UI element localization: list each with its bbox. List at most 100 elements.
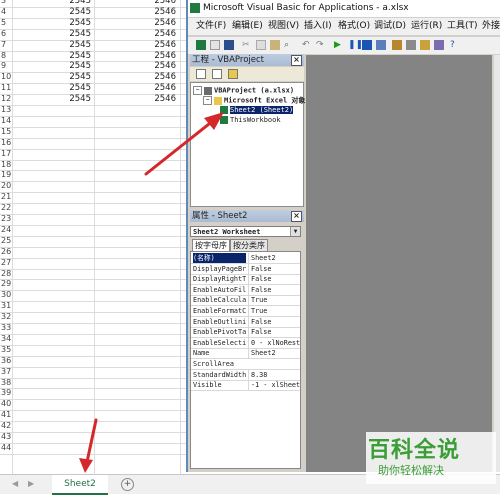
sheet-tab-sheet2[interactable]: Sheet2 (52, 475, 108, 495)
insert-module-icon[interactable] (210, 40, 220, 50)
property-value[interactable]: Sheet2 (248, 348, 300, 359)
property-value[interactable]: -1 - xlSheetV (248, 380, 300, 391)
object-selector-combo[interactable]: Sheet2 Worksheet ▼ (190, 226, 301, 237)
cut-icon[interactable]: ✂ (242, 40, 252, 50)
break-icon[interactable]: ❚❚ (348, 40, 363, 50)
property-row[interactable]: (名称) Sheet2 (191, 253, 300, 264)
find-icon[interactable]: ⌕ (284, 40, 294, 50)
cell-col-a[interactable]: 2545 (14, 51, 91, 62)
save-icon[interactable] (224, 40, 234, 50)
tree-item-thisworkbook[interactable]: ThisWorkbook (220, 116, 281, 125)
row-number[interactable]: 16 (0, 138, 11, 149)
row-number[interactable]: 25 (0, 236, 11, 247)
tree-item-vbaproject[interactable]: − VBAProject (a.xlsx) (193, 86, 294, 95)
property-row[interactable]: ScrollArea (191, 359, 300, 370)
row-number[interactable]: 8 (0, 51, 11, 62)
cell-col-b[interactable]: 2546 (96, 83, 176, 94)
object-browser-icon[interactable] (420, 40, 430, 50)
row-number[interactable]: 21 (0, 192, 11, 203)
property-value[interactable]: 8.38 (248, 369, 300, 380)
cell-col-a[interactable]: 2545 (14, 83, 91, 94)
cell-col-a[interactable]: 2545 (14, 18, 91, 29)
view-excel-icon[interactable] (196, 40, 206, 50)
cell-col-a[interactable]: 2545 (14, 94, 91, 105)
cell-col-a[interactable]: 2545 (14, 29, 91, 40)
property-value[interactable]: False (248, 263, 300, 274)
row-number[interactable]: 17 (0, 149, 11, 160)
row-number[interactable]: 28 (0, 269, 11, 280)
row-number[interactable]: 3 (0, 0, 11, 7)
row-number[interactable]: 37 (0, 367, 11, 378)
row-number[interactable]: 30 (0, 290, 11, 301)
cell-col-b[interactable]: 2546 (96, 94, 176, 105)
property-value[interactable]: False (248, 284, 300, 295)
cell-col-b[interactable]: 2546 (96, 40, 176, 51)
row-number[interactable]: 43 (0, 432, 11, 443)
row-number[interactable]: 26 (0, 247, 11, 258)
row-number[interactable]: 7 (0, 40, 11, 51)
paste-icon[interactable] (270, 40, 280, 50)
menu-insert[interactable]: 插入(I) (304, 18, 332, 35)
help-icon[interactable]: ? (450, 40, 460, 50)
property-value[interactable]: Sheet2 (248, 253, 300, 263)
property-value[interactable]: True (248, 306, 300, 316)
row-number[interactable]: 36 (0, 356, 11, 367)
toolbox-icon[interactable] (434, 40, 444, 50)
menu-view[interactable]: 视图(V) (268, 18, 299, 35)
cell-col-b[interactable]: 2546 (96, 61, 176, 72)
property-value[interactable]: True (248, 295, 300, 306)
tab-alphabetic[interactable]: 按字母序 (192, 239, 230, 251)
vertical-scrollbar[interactable] (494, 55, 500, 472)
row-number[interactable]: 38 (0, 378, 11, 389)
menu-addins[interactable]: 外接程序 (482, 18, 500, 35)
tab-categorized[interactable]: 按分类序 (230, 239, 268, 251)
properties-window-icon[interactable] (406, 40, 416, 50)
excel-worksheet[interactable]: 3 4 5 6 7 8 9 10 11 12 13 14 15 16 17 18 19 20 21 22 23 24 25 2… (0, 0, 186, 474)
project-pane-close-icon[interactable]: × (291, 55, 302, 66)
prev-sheet-arrow-icon[interactable]: ◀ (12, 479, 18, 488)
row-number[interactable]: 27 (0, 258, 11, 269)
cell-col-a[interactable]: 2545 (14, 0, 91, 7)
row-number[interactable]: 32 (0, 312, 11, 323)
property-row[interactable]: DisplayPageBre False (191, 263, 300, 275)
cell-col-a[interactable]: 2545 (14, 40, 91, 51)
row-number[interactable]: 15 (0, 127, 11, 138)
properties-pane-close-icon[interactable]: × (291, 211, 302, 222)
reset-icon[interactable] (362, 40, 372, 50)
cell-col-b[interactable]: 2546 (96, 18, 176, 29)
cell-col-b[interactable]: 2546 (96, 0, 176, 7)
toggle-folders-icon[interactable] (228, 69, 238, 79)
row-number[interactable]: 33 (0, 323, 11, 334)
property-row[interactable]: EnableFormatCo True (191, 306, 300, 317)
menu-run[interactable]: 运行(R) (411, 18, 442, 35)
collapse-icon[interactable]: − (193, 86, 202, 95)
tree-item-excel-objects[interactable]: − Microsoft Excel 对象 (203, 96, 305, 105)
add-sheet-button[interactable]: + (121, 478, 134, 491)
row-number[interactable]: 42 (0, 421, 11, 432)
cell-col-b[interactable]: 2546 (96, 29, 176, 40)
row-number[interactable]: 18 (0, 160, 11, 171)
view-code-icon[interactable] (196, 69, 206, 79)
project-explorer-icon[interactable] (392, 40, 402, 50)
row-number[interactable]: 40 (0, 399, 11, 410)
row-number[interactable]: 29 (0, 279, 11, 290)
tree-item-sheet2[interactable]: Sheet2 (Sheet2) (220, 106, 294, 115)
redo-icon[interactable]: ↷ (316, 40, 326, 50)
cell-col-a[interactable]: 2545 (14, 61, 91, 72)
row-number[interactable]: 22 (0, 203, 11, 214)
row-number[interactable]: 11 (0, 83, 11, 94)
undo-icon[interactable]: ↶ (302, 40, 312, 50)
chevron-down-icon[interactable]: ▼ (290, 227, 300, 236)
property-row[interactable]: EnableCalculat True (191, 295, 300, 307)
property-row[interactable]: EnableOutlinin False (191, 316, 300, 328)
property-row[interactable]: EnableSelectio 0 - xlNoRestr (191, 337, 300, 349)
property-value[interactable]: False (248, 316, 300, 327)
menu-edit[interactable]: 编辑(E) (232, 18, 263, 35)
cell-col-a[interactable]: 2545 (14, 7, 91, 18)
property-row[interactable]: EnableAutoFilt False (191, 284, 300, 296)
cell-col-a[interactable]: 2545 (14, 72, 91, 83)
row-number[interactable]: 31 (0, 301, 11, 312)
menu-format[interactable]: 格式(O) (338, 18, 370, 35)
row-number[interactable]: 20 (0, 181, 11, 192)
cell-col-b[interactable]: 2546 (96, 72, 176, 83)
